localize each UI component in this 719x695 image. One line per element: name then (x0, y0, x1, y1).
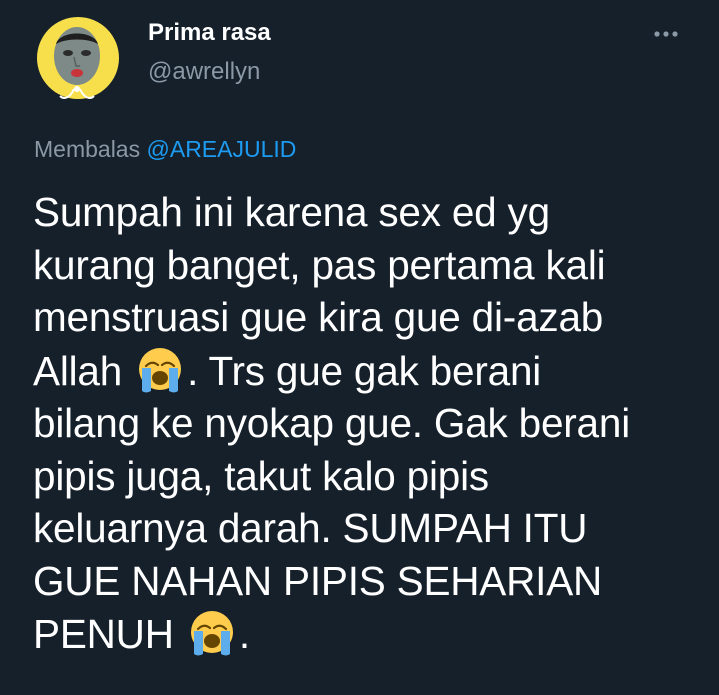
display-name[interactable]: Prima rasa (148, 19, 271, 47)
reply-context: Membalas @AREAJULID (34, 136, 296, 163)
avatar[interactable] (30, 16, 126, 102)
reply-prefix: Membalas (34, 136, 141, 162)
tweet-text-line: PENUH . (33, 607, 703, 661)
tweet-text-line: GUE NAHAN PIPIS SEHARIAN (33, 557, 603, 604)
user-handle[interactable]: @awrellyn (148, 58, 260, 86)
tweet-text-line: pipis juga, takut kalo pipis (33, 452, 489, 499)
tweet-text-line: bilang ke nyokap gue. Gak berani (33, 400, 631, 446)
loudly-crying-face-icon (190, 611, 233, 656)
tweet-text-line: Sumpah ini karena sex ed yg (33, 189, 550, 235)
tweet-card: Prima rasa @awrellyn Membalas @AREAJULID… (0, 0, 719, 695)
tweet-text-line: menstruasi gue kira gue di-azab (33, 294, 604, 340)
tweet-text: Sumpah ini karena sex ed yg kurang bange… (33, 186, 703, 661)
more-horizontal-icon (654, 31, 678, 37)
loudly-crying-face-icon (139, 347, 182, 392)
reply-mention-link[interactable]: @AREAJULID (147, 136, 297, 162)
tweet-text-segment: . Trs gue gak berani (187, 347, 542, 394)
tweet-text-segment: PENUH (33, 611, 185, 657)
tweet-text-segment: . (238, 611, 250, 657)
tweet-text-line: keluarnya darah. SUMPAH ITU (33, 505, 588, 551)
tweet-text-line: kurang banget, pas pertama kali (33, 241, 606, 288)
tweet-text-line: Allah . Trs gue gak berani (33, 344, 703, 398)
tweet-text-segment: Allah (33, 347, 134, 394)
more-options-button[interactable] (648, 22, 688, 46)
